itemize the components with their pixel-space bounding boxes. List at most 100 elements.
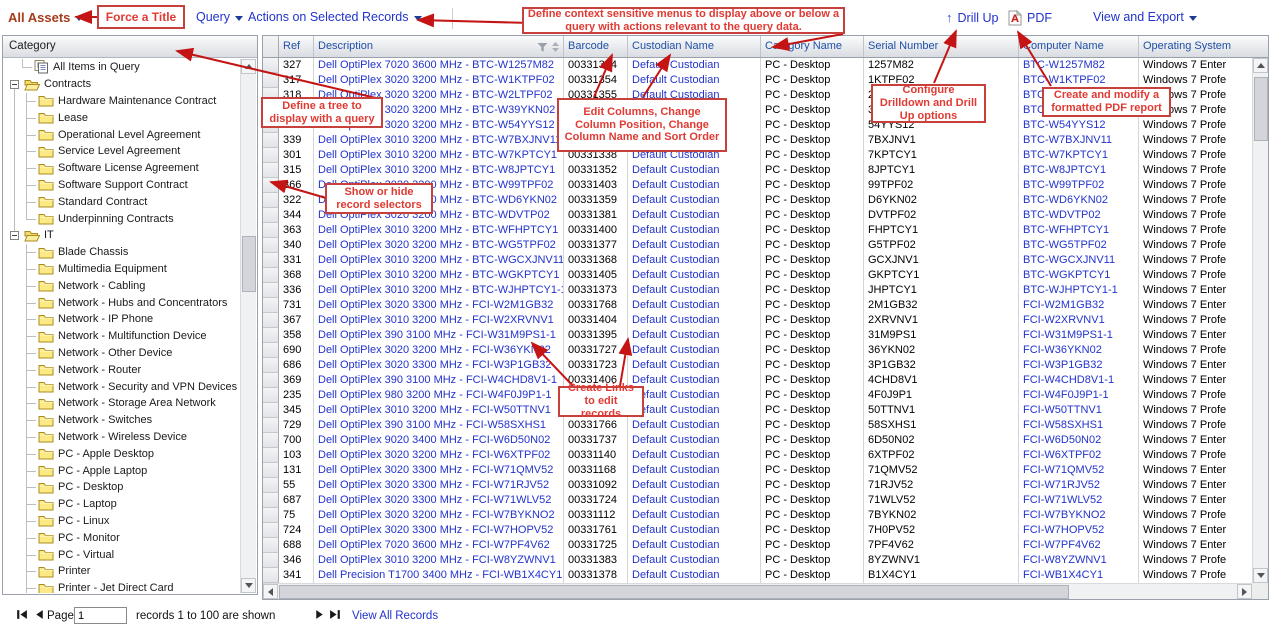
tree-item[interactable]: PC - Desktop — [4, 479, 239, 496]
row-selector[interactable] — [263, 568, 279, 583]
description-link[interactable]: Dell OptiPlex 390 3100 MHz - FCI-W58SXHS… — [318, 419, 546, 431]
tree-item[interactable]: Network - Wireless Device — [4, 429, 239, 446]
description-link[interactable]: Dell OptiPlex 7020 3600 MHz - BTC-W1257M… — [318, 59, 554, 71]
description-link[interactable]: Dell OptiPlex 9020 3400 MHz - FCI-W6D50N… — [318, 434, 550, 446]
row-selector[interactable] — [263, 298, 279, 313]
scroll-left-icon[interactable] — [263, 584, 278, 599]
computer-name-link[interactable]: BTC-W54YYS12 — [1023, 119, 1106, 131]
description-link[interactable]: Dell OptiPlex 3010 3200 MHz - BTC-WGCXJN… — [318, 254, 564, 266]
row-selector[interactable] — [263, 523, 279, 538]
first-page-button[interactable] — [15, 608, 28, 621]
column-header-computer[interactable]: Computer Name — [1019, 36, 1139, 57]
row-selector[interactable] — [263, 343, 279, 358]
custodian-link[interactable]: Default Custodian — [632, 164, 719, 176]
custodian-link[interactable]: Default Custodian — [632, 449, 719, 461]
computer-name-link[interactable]: FCI-WB1X4CY1 — [1023, 569, 1103, 581]
description-link[interactable]: Dell Precision T1700 3400 MHz - FCI-WB1X… — [318, 569, 562, 581]
description-link[interactable]: Dell OptiPlex 3020 3200 MHz - BTC-W1KTPF… — [318, 74, 555, 86]
tree-item[interactable]: Underpinning Contracts — [4, 210, 239, 227]
row-selector[interactable] — [263, 433, 279, 448]
custodian-link[interactable]: Default Custodian — [632, 509, 719, 521]
row-selector[interactable] — [263, 58, 279, 73]
row-selector[interactable] — [263, 133, 279, 148]
custodian-link[interactable]: Default Custodian — [632, 419, 719, 431]
description-link[interactable]: Dell OptiPlex 3020 3300 MHz - FCI-W7HOPV… — [318, 524, 553, 536]
view-all-records-link[interactable]: View All Records — [352, 610, 438, 622]
computer-name-link[interactable]: BTC-WGCXJNV11 — [1023, 254, 1115, 266]
description-link[interactable]: Dell OptiPlex 3010 3200 MHz - FCI-W50TTN… — [318, 404, 551, 416]
computer-name-link[interactable]: FCI-W6D50N02 — [1023, 434, 1101, 446]
custodian-link[interactable]: Default Custodian — [632, 284, 719, 296]
custodian-link[interactable]: Default Custodian — [632, 404, 719, 416]
description-link[interactable]: Dell OptiPlex 3020 3300 MHz - FCI-W3P1GB… — [318, 359, 552, 371]
custodian-link[interactable]: Default Custodian — [632, 194, 719, 206]
filter-icon[interactable] — [537, 42, 548, 53]
computer-name-link[interactable]: FCI-W36YKN02 — [1023, 344, 1102, 356]
row-selector[interactable] — [263, 418, 279, 433]
tree-item[interactable]: PC - Apple Laptop — [4, 462, 239, 479]
row-selector[interactable] — [263, 403, 279, 418]
row-selector[interactable] — [263, 238, 279, 253]
row-selector[interactable] — [263, 553, 279, 568]
row-selector[interactable] — [263, 223, 279, 238]
custodian-link[interactable]: Default Custodian — [632, 524, 719, 536]
custodian-link[interactable]: Default Custodian — [632, 209, 719, 221]
description-link[interactable]: Dell OptiPlex 3010 3200 MHz - BTC-WGKPTC… — [318, 269, 559, 281]
tree-item[interactable]: Printer — [4, 563, 239, 580]
description-link[interactable]: Dell OptiPlex 3020 3200 MHz - FCI-W6XTPF… — [318, 449, 550, 461]
row-selector[interactable] — [263, 328, 279, 343]
column-header-barcode[interactable]: Barcode — [564, 36, 628, 57]
description-link[interactable]: Dell OptiPlex 3020 3200 MHz - BTC-WG5TPF… — [318, 239, 556, 251]
row-selector[interactable] — [263, 538, 279, 553]
computer-name-link[interactable]: FCI-W71QMV52 — [1023, 464, 1104, 476]
scroll-right-icon[interactable] — [1237, 584, 1252, 599]
tree-item[interactable]: Network - Cabling — [4, 277, 239, 294]
description-link[interactable]: Dell OptiPlex 3010 3200 MHz - FCI-W2XRVN… — [318, 314, 554, 326]
tree-item[interactable]: Software License Agreement — [4, 160, 239, 177]
tree-item[interactable]: Network - Security and VPN Devices — [4, 378, 239, 395]
row-selector[interactable] — [263, 388, 279, 403]
custodian-link[interactable]: Default Custodian — [632, 74, 719, 86]
computer-name-link[interactable]: FCI-W50TTNV1 — [1023, 404, 1102, 416]
custodian-link[interactable]: Default Custodian — [632, 59, 719, 71]
scroll-up-icon[interactable] — [1253, 58, 1268, 73]
tree-scrollbar-thumb[interactable] — [242, 236, 256, 292]
custodian-link[interactable]: Default Custodian — [632, 329, 719, 341]
description-link[interactable]: Dell OptiPlex 3020 3300 MHz - FCI-W2M1GB… — [318, 299, 553, 311]
scroll-down-icon[interactable] — [241, 578, 256, 593]
computer-name-link[interactable]: BTC-W1KTPF02 — [1023, 74, 1106, 86]
last-page-button[interactable] — [329, 608, 342, 621]
row-selector[interactable] — [263, 478, 279, 493]
tree-item[interactable]: Network - Multifunction Device — [4, 328, 239, 345]
tree-item[interactable]: Network - Hubs and Concentrators — [4, 294, 239, 311]
actions-menu-dropdown[interactable]: Actions on Selected Records — [248, 10, 422, 24]
tree-item[interactable]: Contracts — [4, 76, 239, 93]
computer-name-link[interactable]: BTC-WGKPTCY1 — [1023, 269, 1110, 281]
computer-name-link[interactable]: FCI-W7PF4V62 — [1023, 539, 1101, 551]
row-selector[interactable] — [263, 178, 279, 193]
row-selector[interactable] — [263, 373, 279, 388]
tree-item[interactable]: Blade Chassis — [4, 244, 239, 261]
tree-item[interactable]: IT — [4, 227, 239, 244]
tree-item[interactable]: Multimedia Equipment — [4, 261, 239, 278]
computer-name-link[interactable]: FCI-W7BYKNO2 — [1023, 509, 1106, 521]
row-selector[interactable] — [263, 358, 279, 373]
column-header-ref[interactable]: Ref — [279, 36, 314, 57]
description-link[interactable]: Dell OptiPlex 390 3100 MHz - FCI-W31M9PS… — [318, 329, 556, 341]
tree-item[interactable]: Service Level Agreement — [4, 143, 239, 160]
next-page-button[interactable] — [313, 608, 326, 621]
computer-name-link[interactable]: BTC-WFHPTCY1 — [1023, 224, 1109, 236]
row-selector[interactable] — [263, 268, 279, 283]
description-link[interactable]: Dell OptiPlex 3010 3200 MHz - BTC-W8JPTC… — [318, 164, 555, 176]
grid-hscrollbar-thumb[interactable] — [279, 585, 1069, 599]
row-selector[interactable] — [263, 73, 279, 88]
computer-name-link[interactable]: BTC-W99TPF02 — [1023, 179, 1104, 191]
description-link[interactable]: Dell OptiPlex 3020 3300 MHz - FCI-W71WLV… — [318, 494, 551, 506]
custodian-link[interactable]: Default Custodian — [632, 374, 719, 386]
computer-name-link[interactable]: BTC-W1257M82 — [1023, 59, 1105, 71]
row-selector[interactable] — [263, 208, 279, 223]
tree-item[interactable]: Network - Router — [4, 361, 239, 378]
description-link[interactable]: Dell OptiPlex 3020 3200 MHz - FCI-W7BYKN… — [318, 509, 555, 521]
computer-name-link[interactable]: BTC-W7KPTCY1 — [1023, 149, 1108, 161]
prev-page-button[interactable] — [33, 608, 46, 621]
